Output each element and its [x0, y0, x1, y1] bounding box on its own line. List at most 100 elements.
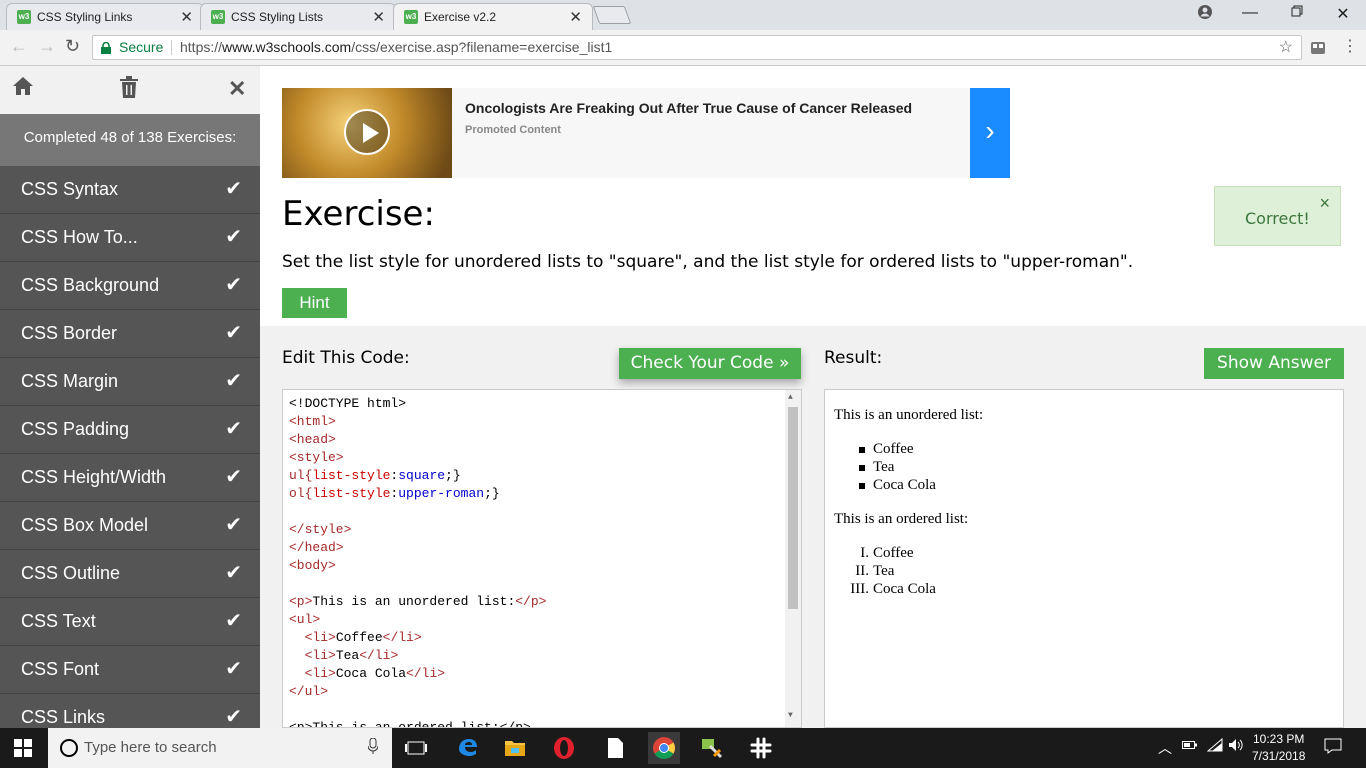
scroll-up-icon[interactable]: ▲: [788, 393, 793, 402]
slack-icon[interactable]: [749, 736, 773, 760]
completed-counter: Completed 48 of 138 Exercises:: [0, 114, 260, 166]
tab-title: CSS Styling Links: [37, 10, 133, 24]
task-view-icon[interactable]: [404, 736, 428, 760]
back-arrow-icon[interactable]: ←: [10, 36, 28, 57]
show-answer-button[interactable]: Show Answer: [1204, 348, 1344, 379]
check-code-button[interactable]: Check Your Code »: [619, 348, 801, 379]
url-text: https://www.w3schools.com/css/exercise.a…: [180, 36, 612, 59]
battery-icon[interactable]: [1182, 738, 1198, 754]
ad-title[interactable]: Oncologists Are Freaking Out After True …: [465, 100, 912, 116]
ad-thumbnail[interactable]: [282, 88, 452, 178]
scroll-down-icon[interactable]: ▼: [788, 711, 793, 720]
tab-close-icon[interactable]: ✕: [569, 8, 582, 26]
menu-kebab-icon[interactable]: ⋮: [1342, 36, 1358, 56]
notes-file-icon[interactable]: [603, 736, 627, 760]
edge-browser-icon[interactable]: [456, 736, 480, 760]
sidebar-item-css-links[interactable]: CSS Links ✔: [0, 694, 260, 728]
tab-css-styling-lists[interactable]: w3 CSS Styling Lists ✕: [200, 3, 396, 30]
chrome-icon-active[interactable]: [648, 732, 680, 764]
extension-icon[interactable]: [1310, 40, 1326, 61]
close-alert-icon[interactable]: ×: [1319, 193, 1330, 214]
file-explorer-icon[interactable]: [503, 736, 527, 760]
sidebar-item-label: CSS Box Model: [21, 515, 149, 535]
checkmark-icon: ✔: [225, 178, 242, 200]
volume-icon[interactable]: [1228, 738, 1244, 755]
tab-exercise[interactable]: w3 Exercise v2.2 ✕: [393, 3, 593, 30]
microphone-icon[interactable]: [367, 737, 379, 758]
sidebar-item-css-font[interactable]: CSS Font ✔: [0, 646, 260, 694]
chevron-right-icon[interactable]: ›: [970, 88, 1010, 178]
maximize-icon[interactable]: [1287, 4, 1307, 22]
sidebar-item-css-margin[interactable]: CSS Margin ✔: [0, 358, 260, 406]
show-hidden-icons-icon[interactable]: ︿: [1158, 738, 1172, 758]
code-line: </ul>: [289, 684, 329, 699]
code-line: ul{list-style:square;}: [289, 468, 461, 483]
close-window-icon[interactable]: ✕: [1333, 4, 1353, 24]
windows-start-icon[interactable]: [14, 739, 32, 757]
sidebar-item-css-how-to[interactable]: CSS How To... ✔: [0, 214, 260, 262]
sidebar-item-label: CSS Background: [21, 275, 160, 295]
checkmark-icon: ✔: [225, 466, 242, 488]
sidebar-item-css-outline[interactable]: CSS Outline ✔: [0, 550, 260, 598]
correct-text: Correct!: [1245, 209, 1310, 228]
editor-scrollbar[interactable]: ▲ ▼: [785, 390, 801, 727]
home-icon[interactable]: [12, 76, 34, 102]
wifi-icon[interactable]: [1206, 737, 1223, 755]
sidebar-item-label: CSS Margin: [21, 371, 119, 391]
tab-close-icon[interactable]: ✕: [372, 8, 385, 26]
address-bar[interactable]: Secure https://www.w3schools.com/css/exe…: [92, 35, 1302, 60]
profile-icon[interactable]: [1195, 4, 1215, 25]
w3schools-favicon-icon: w3: [404, 10, 418, 24]
sidebar-item-css-height-width[interactable]: CSS Height/Width ✔: [0, 454, 260, 502]
cortana-icon: [60, 739, 78, 757]
tab-css-styling-links[interactable]: w3 CSS Styling Links ✕: [6, 3, 204, 30]
tools-app-icon[interactable]: [700, 736, 724, 760]
sidebar-item-label: CSS Outline: [21, 563, 121, 583]
checkmark-icon: ✔: [225, 274, 242, 296]
square-bullet-icon: [859, 465, 865, 471]
action-center-icon[interactable]: [1324, 738, 1342, 757]
search-placeholder: Type here to search: [84, 739, 217, 756]
hint-button[interactable]: Hint: [282, 288, 347, 318]
sidebar-item-css-syntax[interactable]: CSS Syntax ✔: [0, 166, 260, 214]
code-line: <li>Coca Cola</li>: [304, 666, 446, 681]
exercise-workspace: Edit This Code: Check Your Code » Result…: [260, 326, 1366, 728]
sidebar-list: CSS Syntax ✔ CSS How To... ✔ CSS Backgroun…: [0, 166, 260, 728]
sponsored-ad[interactable]: Oncologists Are Freaking Out After True …: [282, 88, 1010, 178]
sidebar-item-css-padding[interactable]: CSS Padding ✔: [0, 406, 260, 454]
checkmark-icon: ✔: [225, 610, 242, 632]
close-icon[interactable]: ✕: [228, 76, 246, 102]
trash-icon[interactable]: [120, 76, 138, 104]
sidebar-item-css-text[interactable]: CSS Text ✔: [0, 598, 260, 646]
sidebar-item-css-border[interactable]: CSS Border ✔: [0, 310, 260, 358]
code-line: ol{list-style:upper-roman;}: [289, 486, 500, 501]
scrollbar-thumb[interactable]: [788, 407, 798, 609]
new-tab-button[interactable]: [592, 6, 632, 24]
sidebar-item-css-box-model[interactable]: CSS Box Model ✔: [0, 502, 260, 550]
tab-close-icon[interactable]: ✕: [180, 8, 193, 26]
opera-icon[interactable]: [552, 736, 576, 760]
play-icon[interactable]: [344, 109, 390, 155]
code-editor[interactable]: <!DOCTYPE html> <html> <head> <style> ul…: [282, 389, 802, 728]
checkmark-icon: ✔: [225, 418, 242, 440]
checkmark-icon: ✔: [225, 370, 242, 392]
code-line: <html>: [289, 414, 336, 429]
result-ul-item: Coca Cola: [859, 477, 936, 494]
main-content: Oncologists Are Freaking Out After True …: [260, 66, 1366, 728]
bookmark-star-icon[interactable]: ☆: [1279, 36, 1293, 59]
forward-arrow-icon[interactable]: →: [38, 36, 56, 57]
result-ul-item: Coffee: [859, 441, 914, 458]
system-clock[interactable]: 10:23 PM 7/31/2018: [1252, 731, 1305, 765]
taskbar-search-box[interactable]: Type here to search: [48, 728, 392, 768]
code-line: <!DOCTYPE html>: [289, 396, 407, 411]
sidebar-item-label: CSS How To...: [21, 227, 138, 247]
minimize-icon[interactable]: —: [1240, 4, 1260, 22]
code-line: <li>Coffee</li>: [304, 630, 422, 645]
exercise-sidebar: ✕ Completed 48 of 138 Exercises: CSS Syn…: [0, 66, 260, 728]
sidebar-item-label: CSS Border: [21, 323, 118, 343]
code-line: <p>This is an ordered list:</p>: [289, 720, 531, 728]
sidebar-item-label: CSS Text: [21, 611, 96, 631]
sidebar-item-css-background[interactable]: CSS Background ✔: [0, 262, 260, 310]
reload-icon[interactable]: ↻: [65, 36, 80, 57]
clock-date: 7/31/2018: [1252, 749, 1306, 763]
